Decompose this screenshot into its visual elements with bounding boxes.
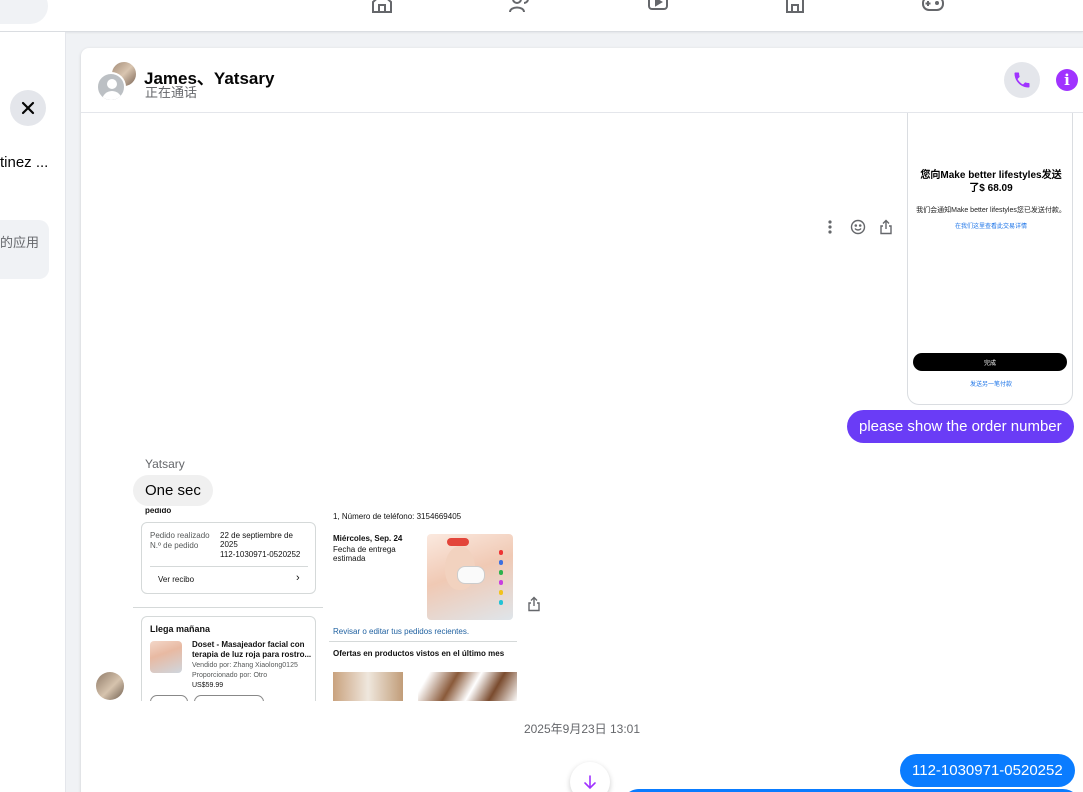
chat-window: James、Yatsary 正在通话 i 您向Make better lifes… [81, 48, 1083, 792]
group-avatar[interactable] [96, 60, 138, 102]
more-options-icon[interactable] [821, 218, 839, 236]
message-actions [821, 218, 895, 236]
payment-title: 您向Make better lifestyles发送了$ 68.09 [920, 170, 1062, 194]
home-icon[interactable] [369, 0, 395, 18]
sold-by: Vendido por: Zhang Xiaolong0125 [192, 662, 298, 669]
product-photo [427, 534, 513, 620]
delivery-day: Miércoles, Sep. 24 [333, 534, 403, 543]
share-icon[interactable] [527, 596, 545, 614]
close-icon [21, 101, 35, 115]
outgoing-order-number-message[interactable]: 112-1030971-0520252 [900, 754, 1075, 787]
share-icon[interactable] [877, 218, 895, 236]
chevron-right-icon: › [296, 572, 300, 584]
order-number: 112-1030971-0520252 [220, 550, 301, 559]
chat-header: James、Yatsary 正在通话 i [81, 48, 1083, 113]
info-icon[interactable]: i [1056, 69, 1078, 91]
incoming-message[interactable]: One sec [133, 475, 213, 506]
sidebar-app-card[interactable]: 的应用 [0, 220, 49, 279]
payment-done-button: 完成 [913, 353, 1067, 371]
friends-icon[interactable] [507, 0, 533, 18]
close-button[interactable] [10, 90, 46, 126]
order-screenshot-image[interactable]: pedido Pedido realizado N.º de pedido 22… [133, 508, 517, 701]
phone-icon [1014, 72, 1030, 88]
call-button[interactable] [1004, 62, 1040, 98]
video-icon[interactable] [645, 0, 671, 18]
scroll-to-bottom-button[interactable] [570, 762, 610, 792]
top-navigation-bar [0, 0, 1083, 32]
receipt-link: Ver recibo [158, 575, 195, 584]
sender-name: Yatsary [145, 457, 185, 471]
arriving-label: Llega mañana [150, 624, 211, 634]
sidebar-card-text: 的应用 [0, 235, 40, 250]
order-partial-heading: pedido [145, 508, 172, 515]
message-timestamp: 2025年9月23日 13:01 [523, 722, 641, 736]
arrow-down-icon [584, 775, 596, 790]
order-info-card: Pedido realizado N.º de pedido 22 de sep… [141, 522, 316, 594]
gaming-icon[interactable] [920, 0, 946, 18]
payment-details-link: 在我们这里查看此交易详情 [954, 224, 1027, 230]
chat-list-sidebar: tinez ... 的应用 [0, 32, 66, 792]
product-price: US$59.99 [192, 682, 224, 689]
order-number-label: N.º de pedido [150, 541, 199, 550]
search-pill[interactable] [0, 0, 48, 24]
conversation-name-truncated[interactable]: tinez ... [0, 154, 48, 171]
react-emoji-icon[interactable] [849, 218, 867, 236]
product-name: Doset - Masajeador facial con terapia de… [192, 640, 312, 659]
marketplace-icon[interactable] [782, 0, 808, 18]
delivery-label: Fecha de entrega estimada [333, 545, 396, 563]
order-placed-label: Pedido realizado [150, 531, 210, 540]
payment-screenshot-image[interactable]: 您向Make better lifestyles发送了$ 68.09 我们会通知… [907, 113, 1073, 405]
avatar[interactable] [96, 672, 124, 700]
address-line: 1, Número de teléfono: 3154669405 [333, 512, 462, 521]
order-date: 22 de septiembre de 2025 [220, 531, 293, 549]
product-thumbnail [150, 641, 182, 673]
default-avatar-icon [96, 72, 126, 102]
edit-orders-link: Revisar o editar tus pedidos recientes. [333, 627, 470, 636]
payment-send-again-link: 发送另一笔付款 [969, 382, 1012, 388]
supplied-by: Proporcionado por: Otro [192, 672, 268, 679]
offers-title: Ofertas en productos vistos en el último… [333, 649, 505, 658]
address-line-partial: ··· [333, 508, 341, 511]
call-status: 正在通话 [145, 85, 198, 100]
outgoing-message[interactable]: please show the order number [847, 410, 1074, 443]
arrival-card: Llega mañana Doset - Masajeador facial c… [141, 616, 316, 701]
payment-note: 我们会通知Make better lifestyles您已发送付款。 [916, 207, 1066, 214]
